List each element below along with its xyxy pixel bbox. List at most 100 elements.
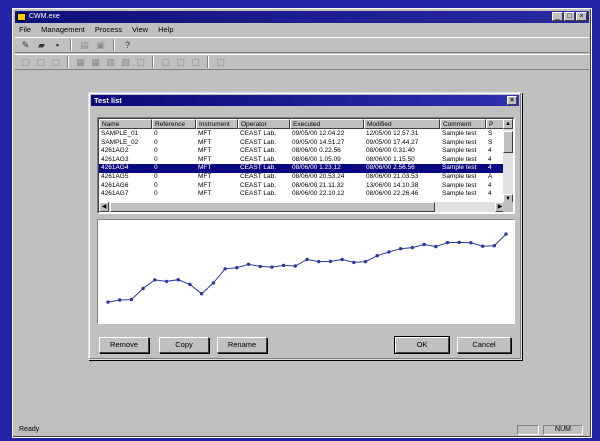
data-point (199, 292, 204, 296)
maximize-button[interactable]: □ (564, 12, 575, 21)
column-header-name[interactable]: Name (99, 119, 152, 129)
table-row[interactable]: 4261AG4 0 MFT CEAST Lab. 08/06/00 1.23.12 08/… (99, 164, 506, 173)
data-point (305, 257, 309, 262)
tool-6-icon[interactable]: ▨ (119, 56, 132, 68)
table-row[interactable]: 4261AG7 0 MFT CEAST Lab. 08/06/00 22.10.12 08… (99, 190, 506, 199)
copy-button[interactable]: Copy (159, 337, 209, 353)
table-row[interactable]: 4261AG3 0 MFT CEAST Lab. 08/06/00 1.05.09 08/… (99, 156, 506, 165)
menu-process[interactable]: Process (95, 24, 122, 36)
tool-7-icon[interactable]: ▢ (134, 56, 147, 68)
table-cell: 12/05/00 12.57.31 (366, 130, 419, 137)
table-cell: 0 (154, 138, 158, 146)
column-header-instrument[interactable]: Instrument (196, 119, 238, 129)
scroll-left-button[interactable]: ◀ (99, 202, 109, 212)
rename-button[interactable]: Rename (217, 337, 267, 353)
data-point (246, 262, 251, 266)
toolbar-separator (113, 39, 115, 51)
tool-8-icon[interactable]: ▢ (159, 56, 172, 68)
app-title: CWM.exe (29, 13, 60, 20)
table-row[interactable]: 4261AG2 0 MFT CEAST Lab. 08/06/00 0.22.56 08/… (99, 147, 506, 156)
data-point (340, 257, 344, 262)
table-cell: Sample test (442, 138, 477, 146)
minimize-button[interactable]: _ (552, 12, 563, 21)
horizontal-scroll-thumb[interactable] (110, 202, 435, 212)
table-cell: MFT (198, 155, 212, 163)
table-cell: 09/05/00 14.51.27 (292, 138, 345, 146)
chart-svg (106, 232, 508, 304)
cancel-button[interactable]: Cancel (457, 337, 511, 353)
test-list-view[interactable]: Name Reference Instrument Operator Executed M… (97, 117, 515, 214)
table-row[interactable]: 4261AG5 0 MFT CEAST Lab. 08/06/00 20.53.24 08… (99, 173, 506, 182)
table-cell: CEAST Lab. (238, 164, 290, 173)
tool-11-icon[interactable]: ▢ (214, 56, 227, 68)
horizontal-scrollbar[interactable]: ◀ ▶ (99, 202, 505, 212)
data-point (164, 279, 169, 284)
save-icon[interactable]: ▪ (51, 39, 64, 51)
table-cell: 0 (154, 181, 158, 189)
table-cell: 08/06/00 20.53.24 (292, 172, 345, 180)
series-line (107, 233, 507, 303)
window-controls: _ □ × (552, 12, 587, 21)
status-panel (517, 425, 539, 435)
cancel-button-label: Cancel (472, 340, 496, 349)
app-titlebar: CWM.exe _ □ × (15, 11, 589, 23)
table-cell: Sample test (442, 172, 477, 180)
data-point (398, 247, 403, 251)
menu-management[interactable]: Management (41, 24, 85, 36)
scroll-up-button[interactable]: ▲ (503, 119, 513, 129)
pen-icon[interactable]: ✎ (19, 39, 32, 51)
tool-3-icon[interactable]: ▢ (49, 56, 62, 68)
column-header-operator[interactable]: Operator (238, 119, 290, 129)
data-point (469, 241, 473, 245)
table-cell: 08/06/00 0.22.56 (292, 147, 341, 155)
table-cell: MFT (198, 181, 212, 189)
column-header-executed[interactable]: Executed (290, 119, 364, 129)
table-cell: MFT (198, 130, 212, 137)
table-cell: 08/06/00 21.03.53 (366, 172, 419, 180)
status-num-indicator: NUM (543, 425, 583, 435)
table-cell: 13/06/00 14.10.38 (366, 181, 419, 189)
chart-icon[interactable]: ▥ (104, 56, 117, 68)
list-header: Name Reference Instrument Operator Executed M… (99, 119, 506, 129)
table-cell: 08/06/00 21.11.32 (292, 181, 344, 189)
table-cell: 09/05/00 12.04.22 (292, 130, 345, 137)
data-point (176, 278, 180, 282)
tool-5-icon[interactable]: ▦ (89, 56, 102, 68)
tool-10-icon[interactable]: ▢ (189, 56, 202, 68)
table-cell: 08/06/00 1.23.12 (290, 164, 364, 173)
tool-2-icon[interactable]: ▢ (34, 56, 47, 68)
tool-4-icon[interactable]: ▦ (74, 56, 87, 68)
column-header-reference[interactable]: Reference (152, 119, 196, 129)
table-cell: 08/06/00 22.10.12 (292, 190, 345, 198)
column-header-comment[interactable]: Comment (440, 119, 486, 129)
print-icon[interactable]: ▤ (78, 39, 91, 51)
menu-help[interactable]: Help (158, 24, 173, 36)
table-cell: SAMPLE_02 (101, 138, 139, 146)
vertical-scroll-thumb[interactable] (503, 131, 513, 153)
dialog-close-button[interactable]: × (507, 96, 517, 105)
table-row[interactable]: 4261AG6 0 MFT CEAST Lab. 08/06/00 21.11.32 13… (99, 182, 506, 191)
column-header-modified[interactable]: Modified (364, 119, 440, 129)
table-cell: CEAST Lab. (240, 181, 277, 189)
table-cell: 08/06/00 1.05.09 (292, 155, 341, 163)
tool-1-icon[interactable]: ▢ (19, 56, 32, 68)
menu-view[interactable]: View (132, 24, 148, 36)
vertical-scrollbar[interactable]: ▲ ▼ (503, 119, 513, 204)
table-row[interactable]: SAMPLE_02 0 MFT CEAST Lab. 09/05/00 14.51.27… (99, 139, 506, 148)
close-window-button[interactable]: × (576, 12, 587, 21)
menu-file[interactable]: File (19, 24, 31, 36)
table-cell: Sample test (442, 155, 477, 163)
table-cell: 08/06/00 1.15.50 (366, 155, 415, 163)
remove-button[interactable]: Remove (99, 337, 149, 353)
data-point (141, 286, 145, 291)
ok-button[interactable]: OK (394, 336, 450, 354)
table-cell: MFT (198, 190, 212, 198)
table-cell: 4261AG2 (101, 147, 129, 155)
table-row[interactable]: SAMPLE_01 0 MFT CEAST Lab. 09/05/00 12.04.22… (99, 130, 506, 139)
toolbar-separator (70, 39, 72, 51)
help-icon[interactable]: ? (121, 39, 134, 51)
tool-9-icon[interactable]: ▢ (174, 56, 187, 68)
ok-button-label: OK (416, 340, 428, 349)
preview-icon[interactable]: ▣ (94, 39, 107, 51)
open-folder-icon[interactable]: ▰ (35, 39, 48, 51)
